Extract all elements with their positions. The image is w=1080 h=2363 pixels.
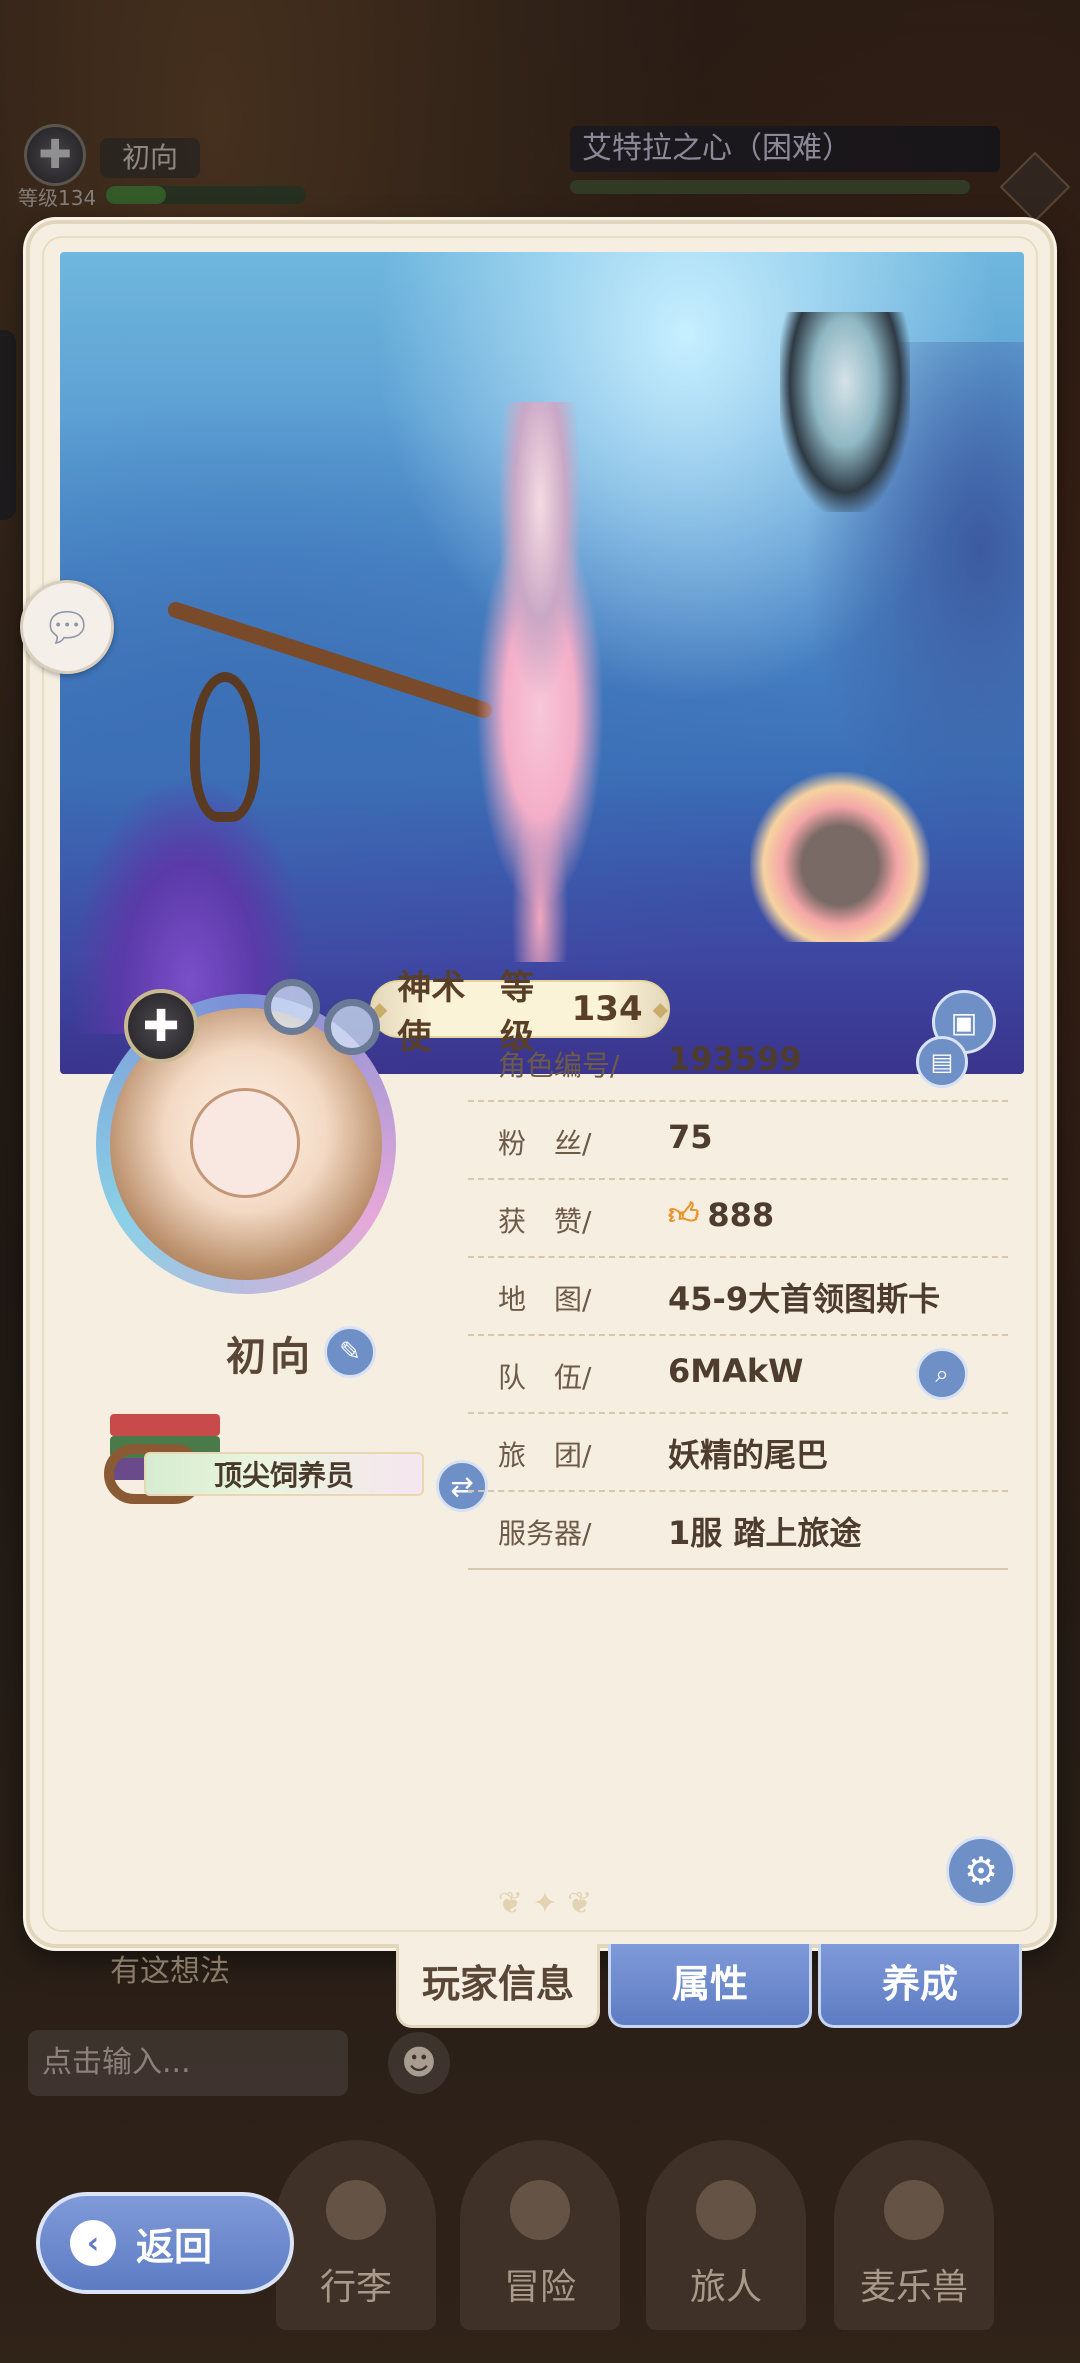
player-profile-card: ◆ 神术使 等级 134 ◆ ▣ ✚ 初向 ✎ 顶尖饲养员 ⇄ 角色编号/ 19… — [26, 220, 1054, 1948]
player-name: 初向 — [226, 1334, 314, 1380]
glasses-icon — [264, 979, 394, 1055]
info-value-team: 6MAkW — [668, 1352, 804, 1390]
chat-bubbles-icon[interactable]: 💬︎ — [20, 580, 114, 674]
traveler-avatar-icon — [696, 2180, 756, 2240]
nav-travelers[interactable]: 旅人 — [646, 2140, 806, 2330]
back-button[interactable]: ‹ 返回 — [36, 2192, 294, 2294]
info-value-guild: 妖精的尾巴 — [668, 1436, 829, 1474]
info-row-team: 队 伍/ 6MAkW ⌕ — [468, 1336, 1008, 1414]
character-model — [440, 402, 640, 962]
info-row-map: 地 图/ 45-9大首领图斯卡 — [468, 1258, 1008, 1336]
player-info-list: 角色编号/ 193599 ▤ 粉 丝/ 75 获 赞/ 👍︎ 888 地 图/ … — [468, 1024, 1008, 1570]
tab-attributes[interactable]: 属性 — [608, 1944, 812, 2028]
nav-pets[interactable]: 麦乐兽 — [834, 2140, 994, 2330]
info-label-id: 角色编号/ — [498, 1049, 620, 1082]
info-label-team: 队 伍/ — [498, 1361, 592, 1394]
level-value: 134 — [571, 989, 643, 1029]
info-label-likes: 获 赞/ — [498, 1205, 592, 1238]
chat-input[interactable]: 点击输入... — [28, 2030, 348, 2096]
cross-emblem-icon: ✚ — [124, 989, 198, 1063]
info-label-server: 服务器/ — [498, 1517, 592, 1550]
info-value-server: 1服 踏上旅途 — [668, 1514, 862, 1552]
tab-development[interactable]: 养成 — [818, 1944, 1022, 2028]
title-badge[interactable]: 顶尖饲养员 — [104, 1444, 434, 1504]
nav-luggage[interactable]: 行李 — [276, 2140, 436, 2330]
info-label-fans: 粉 丝/ — [498, 1127, 592, 1160]
bag-icon — [326, 2180, 386, 2240]
card-ornament: ❦ ✦ ❦ — [497, 1886, 593, 1921]
crossed-swords-icon — [510, 2180, 570, 2240]
emoji-icon[interactable]: ☻ — [388, 2032, 450, 2094]
chevron-left-icon: ‹ — [70, 2220, 116, 2266]
chat-snippet: 有这想法 — [110, 1954, 230, 1989]
nav-adventure[interactable]: 冒险 — [460, 2140, 620, 2330]
info-label-map: 地 图/ — [498, 1283, 592, 1316]
info-row-guild: 旅 团/ 妖精的尾巴 — [468, 1414, 1008, 1492]
info-value-id: 193599 — [668, 1040, 802, 1078]
pet-companion-bottom — [750, 772, 930, 942]
gear-icon[interactable]: ⚙ — [946, 1836, 1016, 1906]
info-label-guild: 旅 团/ — [498, 1439, 592, 1472]
info-row-fans: 粉 丝/ 75 — [468, 1102, 1008, 1180]
tab-player-info[interactable]: 玩家信息 — [396, 1944, 600, 2028]
title-badge-label: 顶尖饲养员 — [144, 1452, 424, 1496]
info-value-fans: 75 — [668, 1118, 713, 1156]
info-value-map: 45-9大首领图斯卡 — [668, 1280, 941, 1318]
pet-cat-icon — [884, 2180, 944, 2240]
pet-companion-top — [780, 312, 910, 512]
info-row-server: 服务器/ 1服 踏上旅途 — [468, 1492, 1008, 1570]
back-label: 返回 — [136, 2224, 213, 2269]
info-value-likes[interactable]: 👍︎ 888 — [668, 1196, 774, 1234]
magnifier-icon[interactable]: ⌕ — [916, 1348, 968, 1400]
thumbs-up-icon[interactable]: 👍︎ — [668, 1197, 699, 1233]
pencil-icon[interactable]: ✎ — [324, 1326, 376, 1378]
info-row-likes: 获 赞/ 👍︎ 888 — [468, 1180, 1008, 1258]
character-showcase: ◆ 神术使 等级 134 ◆ ▣ — [60, 252, 1024, 1074]
copy-document-icon[interactable]: ▤ — [916, 1036, 968, 1088]
avatar-face — [190, 1088, 300, 1198]
profile-tabs: 玩家信息 属性 养成 — [396, 1944, 1026, 2030]
info-row-id: 角色编号/ 193599 ▤ — [468, 1024, 1008, 1102]
